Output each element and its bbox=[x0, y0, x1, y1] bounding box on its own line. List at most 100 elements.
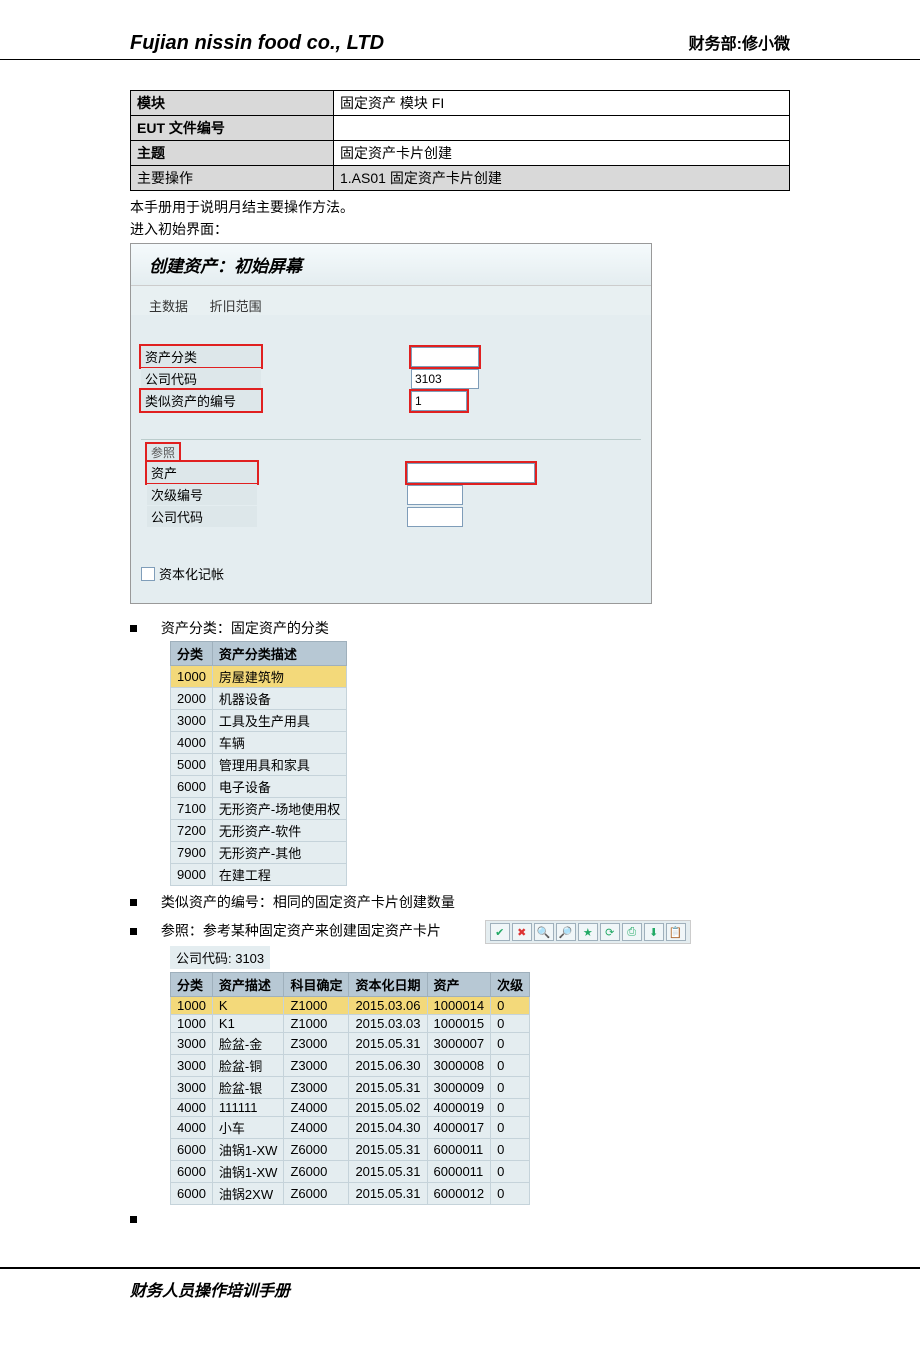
refresh-icon[interactable]: ⟳ bbox=[600, 923, 620, 941]
module-label: 模块 bbox=[131, 91, 334, 116]
table-cell: 油锅1-XW bbox=[212, 1139, 284, 1161]
table-cell: Z6000 bbox=[284, 1183, 349, 1205]
table-cell: 4000 bbox=[171, 732, 213, 754]
table-cell: 7900 bbox=[171, 842, 213, 864]
table-cell: 0 bbox=[491, 1117, 530, 1139]
table-cell: 2015.03.06 bbox=[349, 997, 427, 1015]
table-cell: 0 bbox=[491, 1099, 530, 1117]
download-icon[interactable]: ⬇ bbox=[644, 923, 664, 941]
table-cell: 3000 bbox=[171, 1033, 213, 1055]
table-cell: 无形资产-软件 bbox=[212, 820, 346, 842]
eut-label: EUT 文件编号 bbox=[131, 116, 334, 141]
table-cell: 3000009 bbox=[427, 1077, 491, 1099]
table-cell: Z1000 bbox=[284, 997, 349, 1015]
search-plus-icon[interactable]: 🔎 bbox=[556, 923, 576, 941]
table-cell: Z1000 bbox=[284, 1015, 349, 1033]
table-cell: 在建工程 bbox=[212, 864, 346, 886]
table-cell: 机器设备 bbox=[212, 688, 346, 710]
search-icon[interactable]: 🔍 bbox=[534, 923, 554, 941]
table-cell: 6000 bbox=[171, 776, 213, 798]
table-cell: 4000019 bbox=[427, 1099, 491, 1117]
close-icon[interactable]: ✖ bbox=[512, 923, 532, 941]
table-cell: 9000 bbox=[171, 864, 213, 886]
table-cell: 1000 bbox=[171, 997, 213, 1015]
table-cell: 油锅2XW bbox=[212, 1183, 284, 1205]
table-cell: 2015.05.31 bbox=[349, 1161, 427, 1183]
reference-header: 参照 bbox=[147, 444, 179, 461]
table-cell: 0 bbox=[491, 1033, 530, 1055]
table-cell: 3000008 bbox=[427, 1055, 491, 1077]
table-cell: 0 bbox=[491, 1161, 530, 1183]
ref-subno-input[interactable] bbox=[407, 485, 463, 505]
similar-asset-input[interactable] bbox=[411, 391, 467, 411]
subject-label: 主题 bbox=[131, 141, 334, 166]
table-cell: 无形资产-其他 bbox=[212, 842, 346, 864]
asset-class-input[interactable] bbox=[411, 347, 479, 367]
print-icon[interactable]: ⎙ bbox=[622, 923, 642, 941]
table-cell: Z3000 bbox=[284, 1033, 349, 1055]
table-cell: 2015.05.31 bbox=[349, 1033, 427, 1055]
table-cell: 2015.06.30 bbox=[349, 1055, 427, 1077]
bullet-reference: 参照：参考某种固定资产来创建固定资产卡片 bbox=[161, 923, 441, 939]
main-op-label: 主要操作 bbox=[131, 166, 334, 191]
company-code-input[interactable] bbox=[411, 369, 479, 389]
table-cell: 6000 bbox=[171, 1161, 213, 1183]
department-author: 财务部:修小微 bbox=[689, 30, 790, 54]
bullet-similar-asset: 类似资产的编号：相同的固定资产卡片创建数量 bbox=[161, 894, 455, 910]
asset-list-table: 分类 资产描述 科目确定 资本化日期 资产 次级 1000KZ10002015.… bbox=[170, 972, 530, 1205]
table-cell: 2015.05.31 bbox=[349, 1139, 427, 1161]
ref-company-label: 公司代码 bbox=[147, 506, 257, 527]
sap-initial-screen: 创建资产：初始屏幕 主数据 折旧范围 资产分类 公司代码 类似资产的编号 bbox=[130, 243, 652, 604]
tab-main-data[interactable]: 主数据 bbox=[149, 299, 188, 314]
table-cell: 管理用具和家具 bbox=[212, 754, 346, 776]
table-cell: 0 bbox=[491, 1055, 530, 1077]
table-cell: Z4000 bbox=[284, 1117, 349, 1139]
table-cell: Z6000 bbox=[284, 1139, 349, 1161]
clipboard-icon[interactable]: 📋 bbox=[666, 923, 686, 941]
table-cell: 工具及生产用具 bbox=[212, 710, 346, 732]
intro-line-2: 进入初始界面： bbox=[130, 219, 790, 239]
capitalize-checkbox[interactable] bbox=[141, 567, 155, 581]
table-cell: 2015.05.31 bbox=[349, 1183, 427, 1205]
table-cell: 车辆 bbox=[212, 732, 346, 754]
table-cell: 2015.05.02 bbox=[349, 1099, 427, 1117]
table-cell: 6000011 bbox=[427, 1161, 491, 1183]
table-cell: 3000 bbox=[171, 710, 213, 732]
table-cell: 111111 bbox=[212, 1099, 284, 1117]
asset-col-sub: 次级 bbox=[491, 973, 530, 997]
asset-class-label: 资产分类 bbox=[141, 346, 261, 367]
star-icon[interactable]: ★ bbox=[578, 923, 598, 941]
table-cell: 4000017 bbox=[427, 1117, 491, 1139]
table-cell: 小车 bbox=[212, 1117, 284, 1139]
table-cell: Z3000 bbox=[284, 1077, 349, 1099]
intro-line-1: 本手册用于说明月结主要操作方法。 bbox=[130, 197, 790, 217]
table-cell: 7200 bbox=[171, 820, 213, 842]
company-code-line: 公司代码: 3103 bbox=[170, 946, 270, 969]
class-col-code: 分类 bbox=[171, 642, 213, 666]
table-cell: 3000007 bbox=[427, 1033, 491, 1055]
table-cell: 脸盆-铜 bbox=[212, 1055, 284, 1077]
class-col-desc: 资产分类描述 bbox=[212, 642, 346, 666]
table-cell: 脸盆-银 bbox=[212, 1077, 284, 1099]
table-cell: 0 bbox=[491, 1015, 530, 1033]
table-cell: 1000 bbox=[171, 666, 213, 688]
table-cell: 0 bbox=[491, 1183, 530, 1205]
bullet-icon bbox=[130, 1216, 137, 1223]
table-cell: 4000 bbox=[171, 1099, 213, 1117]
check-icon[interactable]: ✔ bbox=[490, 923, 510, 941]
table-cell: 电子设备 bbox=[212, 776, 346, 798]
table-cell: K1 bbox=[212, 1015, 284, 1033]
table-cell: 油锅1-XW bbox=[212, 1161, 284, 1183]
bullet-icon bbox=[130, 928, 137, 935]
table-cell: 2015.03.03 bbox=[349, 1015, 427, 1033]
tab-depreciation[interactable]: 折旧范围 bbox=[210, 299, 262, 314]
footer-title: 财务人员操作培训手册 bbox=[0, 1267, 920, 1301]
table-cell: 4000 bbox=[171, 1117, 213, 1139]
ref-asset-input[interactable] bbox=[407, 463, 535, 483]
ref-asset-label: 资产 bbox=[147, 462, 257, 483]
table-cell: 房屋建筑物 bbox=[212, 666, 346, 688]
table-cell: 1000014 bbox=[427, 997, 491, 1015]
asset-col-class: 分类 bbox=[171, 973, 213, 997]
bullet-asset-class: 资产分类：固定资产的分类 bbox=[161, 620, 329, 636]
ref-company-input[interactable] bbox=[407, 507, 463, 527]
